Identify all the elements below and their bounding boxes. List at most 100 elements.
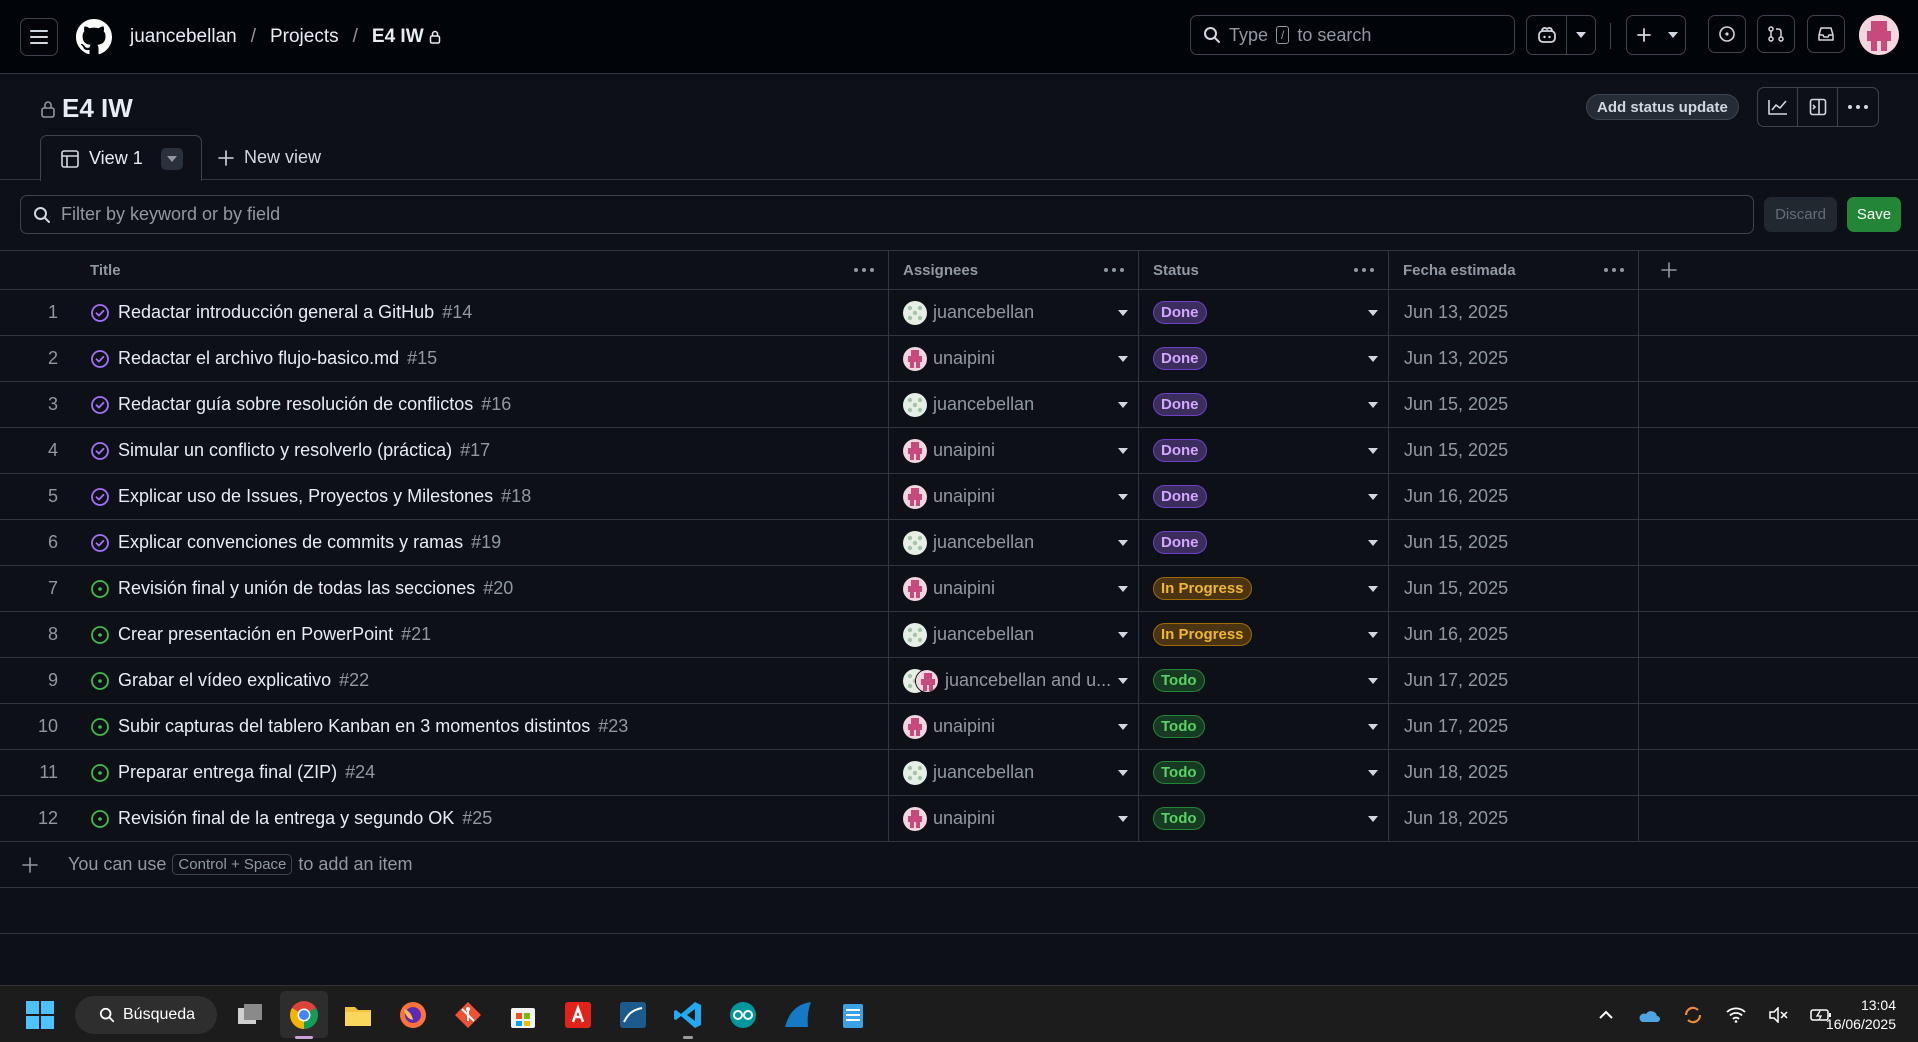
table-row[interactable]: 9 Grabar el vídeo explicativo #22 juancebel… [0,658,1918,704]
status-cell[interactable]: Todo [1139,796,1389,841]
chevron-down-icon[interactable] [1368,631,1378,638]
status-cell[interactable]: Done [1139,428,1389,473]
system-clock[interactable]: 13:04 16/06/2025 [1826,996,1896,1034]
wifi-icon[interactable] [1726,1007,1746,1023]
table-row[interactable]: 4 Simular un conflicto y resolverlo (prác… [0,428,1918,474]
chrome-icon[interactable] [289,1000,319,1030]
more-options-icon[interactable] [1838,88,1878,126]
breadcrumb-current[interactable]: E4 IW [372,26,441,48]
task-view-icon[interactable] [235,1000,265,1030]
title-cell[interactable]: Grabar el vídeo explicativo #22 [74,658,889,703]
firefox-icon[interactable] [398,1000,428,1030]
title-cell[interactable]: Explicar convenciones de commits y ramas… [74,520,889,565]
table-row[interactable]: 3 Redactar guía sobre resolución de confl… [0,382,1918,428]
status-cell[interactable]: Done [1139,336,1389,381]
assignees-cell[interactable]: juancebellan [889,612,1139,657]
status-cell[interactable]: Done [1139,520,1389,565]
discard-button[interactable]: Discard [1764,197,1837,232]
inbox-icon[interactable] [1807,15,1845,53]
title-cell[interactable]: Revisión final de la entrega y segundo O… [74,796,889,841]
sync-icon[interactable] [1682,1004,1704,1026]
copilot-dropdown-icon[interactable] [1567,16,1595,54]
table-row[interactable]: 2 Redactar el archivo flujo-basico.md #15 u… [0,336,1918,382]
title-cell[interactable]: Redactar guía sobre resolución de confli… [74,382,889,427]
column-header-fecha[interactable]: Fecha estimada [1389,251,1639,289]
chevron-down-icon[interactable] [1368,355,1378,362]
date-cell[interactable]: Jun 17, 2025 [1389,658,1639,703]
breadcrumb-projects[interactable]: Projects [270,26,339,48]
column-header-title[interactable]: Title [74,251,889,289]
chevron-down-icon[interactable] [1118,309,1128,316]
assignees-cell[interactable]: juancebellan [889,382,1139,427]
wireshark-icon[interactable] [783,1000,813,1030]
chevron-down-icon[interactable] [1368,677,1378,684]
chevron-down-icon[interactable] [1368,723,1378,730]
mute-speaker-icon[interactable] [1768,1007,1788,1023]
issues-icon[interactable] [1708,15,1746,53]
assignees-cell[interactable]: unaipini [889,704,1139,749]
file-explorer-icon[interactable] [343,1000,373,1030]
onedrive-cloud-icon[interactable] [1636,1007,1660,1023]
date-cell[interactable]: Jun 15, 2025 [1389,520,1639,565]
date-cell[interactable]: Jun 18, 2025 [1389,750,1639,795]
date-cell[interactable]: Jun 15, 2025 [1389,428,1639,473]
save-button[interactable]: Save [1847,197,1901,232]
add-item-row[interactable]: You can use Control + Space to add an it… [0,842,1918,888]
chevron-down-icon[interactable] [1368,769,1378,776]
chevron-down-icon[interactable] [1118,401,1128,408]
date-cell[interactable]: Jun 16, 2025 [1389,612,1639,657]
windows-start-icon[interactable] [25,1000,55,1030]
column-menu-icon[interactable] [1354,268,1374,272]
issue-title-link[interactable]: Preparar entrega final (ZIP) [118,762,337,783]
view-options-dropdown-icon[interactable] [160,147,183,170]
github-logo-icon[interactable] [76,18,112,55]
table-row[interactable]: 5 Explicar uso de Issues, Proyectos y Mil… [0,474,1918,520]
chevron-down-icon[interactable] [1368,309,1378,316]
status-cell[interactable]: In Progress [1139,566,1389,611]
status-cell[interactable]: Todo [1139,658,1389,703]
date-cell[interactable]: Jun 15, 2025 [1389,566,1639,611]
title-cell[interactable]: Redactar introducción general a GitHub #1… [74,290,889,335]
column-menu-icon[interactable] [1604,268,1624,272]
chevron-down-icon[interactable] [1368,401,1378,408]
status-cell[interactable]: In Progress [1139,612,1389,657]
chevron-up-icon[interactable] [1598,1010,1614,1020]
create-new-button[interactable] [1626,15,1686,55]
issue-title-link[interactable]: Crear presentación en PowerPoint [118,624,393,645]
chevron-down-icon[interactable] [1118,493,1128,500]
assignees-cell[interactable]: unaipini [889,428,1139,473]
issue-title-link[interactable]: Revisión final y unión de todas las secc… [118,578,475,599]
chevron-down-icon[interactable] [1118,447,1128,454]
chevron-down-icon[interactable] [1118,815,1128,822]
status-cell[interactable]: Todo [1139,750,1389,795]
title-cell[interactable]: Preparar entrega final (ZIP) #24 [74,750,889,795]
table-row[interactable]: 7 Revisión final y unión de todas las sec… [0,566,1918,612]
issue-title-link[interactable]: Revisión final de la entrega y segundo O… [118,808,454,829]
title-cell[interactable]: Redactar el archivo flujo-basico.md #15 [74,336,889,381]
date-cell[interactable]: Jun 18, 2025 [1389,796,1639,841]
table-row[interactable]: 1 Redactar introducción general a GitHub #… [0,290,1918,336]
chevron-down-icon[interactable] [1118,723,1128,730]
column-menu-icon[interactable] [1104,268,1124,272]
tab-view-1[interactable]: View 1 [40,135,202,181]
title-cell[interactable]: Simular un conflicto y resolverlo (práct… [74,428,889,473]
status-cell[interactable]: Done [1139,290,1389,335]
microsoft-store-icon[interactable] [508,1000,538,1030]
copilot-icon[interactable] [1527,16,1567,54]
chevron-down-icon[interactable] [1368,585,1378,592]
filter-input[interactable]: Filter by keyword or by field [20,195,1754,234]
arduino-icon[interactable] [728,1000,758,1030]
date-cell[interactable]: Jun 13, 2025 [1389,336,1639,381]
title-cell[interactable]: Revisión final y unión de todas las secc… [74,566,889,611]
vscode-icon[interactable] [673,1000,703,1030]
breadcrumb-owner[interactable]: juancebellan [130,26,237,48]
issue-title-link[interactable]: Explicar uso de Issues, Proyectos y Mile… [118,486,493,507]
global-search-input[interactable]: Type / to search [1190,15,1515,55]
assignees-cell[interactable]: juancebellan [889,290,1139,335]
date-cell[interactable]: Jun 16, 2025 [1389,474,1639,519]
chevron-down-icon[interactable] [1368,447,1378,454]
user-avatar[interactable] [1859,15,1899,55]
notepad-icon[interactable] [838,1000,868,1030]
issue-title-link[interactable]: Redactar guía sobre resolución de confli… [118,394,473,415]
title-cell[interactable]: Subir capturas del tablero Kanban en 3 m… [74,704,889,749]
